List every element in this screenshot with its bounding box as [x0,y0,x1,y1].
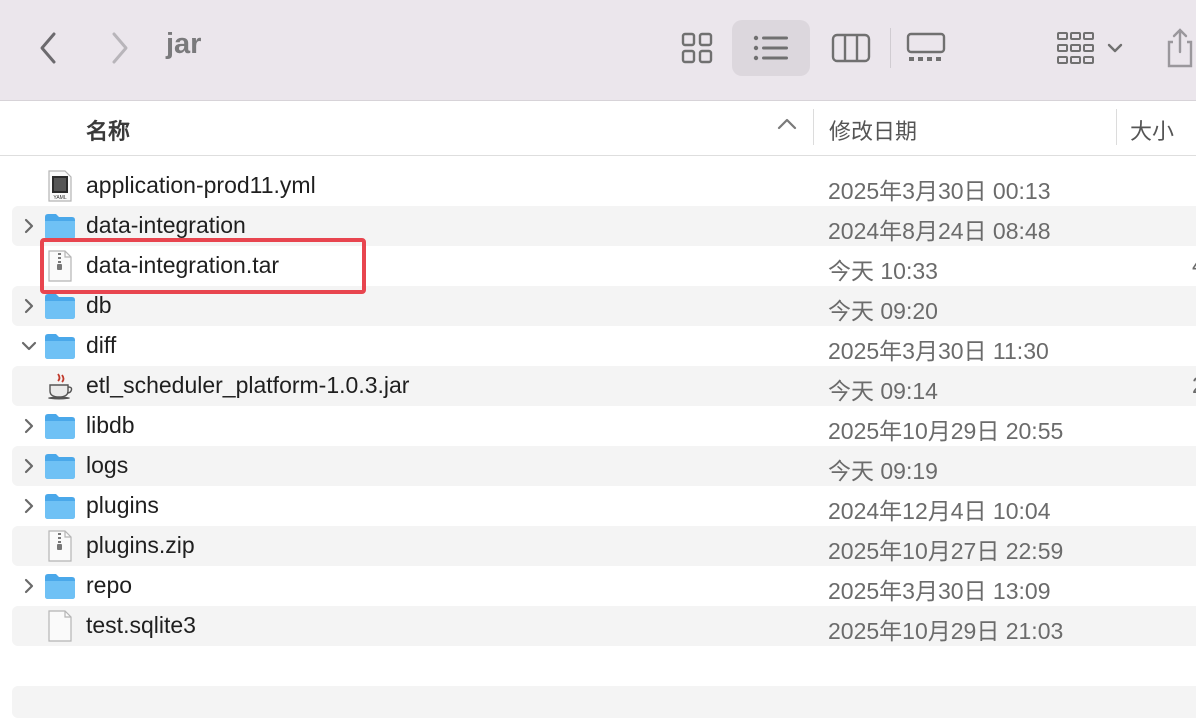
file-name: data-integration [86,212,246,238]
file-row[interactable]: plugins 2024年12月4日 10:04 [12,486,1196,526]
file-icon-container [44,291,76,321]
highlight-box [40,238,366,294]
file-name: libdb [86,412,135,438]
column-header: 名称 修改日期 大小 [0,101,1196,156]
file-icon-container [44,411,76,441]
file-row[interactable]: logs 今天 09:19 [12,446,1196,486]
toolbar: jar [0,0,1196,101]
folder-icon [45,294,75,319]
file-row[interactable]: YAML application-prod11.yml 2025年3月30日 00:… [12,166,1196,206]
window-title: jar [166,28,202,60]
file-date: 今天 09:20 [828,298,938,324]
file-date: 2025年3月30日 00:13 [828,178,1051,204]
file-icon-container [44,211,76,241]
file-name: application-prod11.yml [86,172,316,198]
file-name: plugins.zip [86,532,195,558]
file-row[interactable]: libdb 2025年10月29日 20:55 [12,406,1196,446]
file-date: 今天 09:14 [828,378,938,404]
disclosure-right-icon[interactable] [20,577,38,595]
file-date: 今天 10:33 [828,258,938,284]
file-name: repo [86,572,133,598]
file-date: 2024年8月24日 08:48 [828,218,1051,244]
share-icon [1167,28,1193,68]
file-icon-container [44,331,76,361]
file-date: 2025年10月27日 22:59 [828,538,1064,564]
toolbar-divider [890,28,891,68]
file-icon-container [44,610,76,642]
file-icon [48,610,72,642]
file-name: test.sqlite3 [86,612,196,638]
disclosure-right-icon[interactable] [20,417,38,435]
disclosure-right-icon[interactable] [20,297,38,315]
column-view-button[interactable] [826,20,876,76]
back-icon [40,32,56,64]
archive-icon [48,530,72,562]
java-jar-icon [48,373,73,400]
sort-ascending-icon[interactable] [776,117,798,131]
group-icon [1057,32,1094,64]
folder-icon [45,334,75,359]
column-date-header[interactable]: 修改日期 [829,114,917,146]
folder-icon [45,574,75,599]
file-icon-container [44,371,76,401]
forward-icon [112,32,128,64]
column-name-header[interactable]: 名称 [86,114,130,146]
back-button[interactable] [28,26,68,70]
file-size: 2 [1192,372,1196,399]
folder-icon [45,414,75,439]
file-date: 2024年12月4日 10:04 [828,498,1051,524]
gallery-view-button[interactable] [902,20,950,76]
file-date: 2025年10月29日 21:03 [828,618,1064,644]
gallery-view-icon [906,32,946,61]
disclosure-right-icon[interactable] [20,457,38,475]
svg-text:YAML: YAML [53,195,66,201]
file-icon-container [44,530,76,562]
file-icon-container [44,571,76,601]
file-icon-container [44,451,76,481]
share-button[interactable] [1164,20,1196,76]
forward-button[interactable] [100,26,140,70]
file-name: diff [86,332,117,358]
folder-icon [45,214,75,239]
file-date: 今天 09:19 [828,458,938,484]
icon-view-button[interactable] [672,20,722,76]
empty-row [12,686,1196,718]
icon-view-icon [681,32,713,64]
folder-icon [45,494,75,519]
list-view-button[interactable] [732,20,810,76]
file-name: db [86,292,112,318]
file-row[interactable]: plugins.zip 2025年10月27日 22:59 [12,526,1196,566]
column-view-icon [831,33,871,63]
column-divider[interactable] [813,109,814,145]
file-row[interactable]: repo 2025年3月30日 13:09 [12,566,1196,606]
file-size: 4 [1192,252,1196,279]
disclosure-right-icon[interactable] [20,497,38,515]
chevron-down-icon [1107,43,1123,53]
disclosure-right-icon[interactable] [20,217,38,235]
file-icon-container: YAML [44,170,76,202]
folder-icon [45,454,75,479]
group-button[interactable] [1050,20,1130,76]
file-name: etl_scheduler_platform-1.0.3.jar [86,372,410,398]
yaml-file-icon: YAML [48,170,72,202]
file-icon-container [44,491,76,521]
file-name: logs [86,452,129,478]
disclosure-down-icon[interactable] [20,337,38,355]
file-date: 2025年3月30日 13:09 [828,578,1051,604]
column-divider[interactable] [1116,109,1117,145]
column-size-header[interactable]: 大小 [1130,114,1174,146]
list-view-icon [753,35,788,61]
file-row[interactable]: diff 2025年3月30日 11:30 [12,326,1196,366]
file-name: plugins [86,492,159,518]
file-row[interactable]: etl_scheduler_platform-1.0.3.jar 今天 09:14… [12,366,1196,406]
file-row[interactable]: test.sqlite3 2025年10月29日 21:03 [12,606,1196,646]
file-date: 2025年10月29日 20:55 [828,418,1064,444]
file-date: 2025年3月30日 11:30 [828,338,1049,364]
